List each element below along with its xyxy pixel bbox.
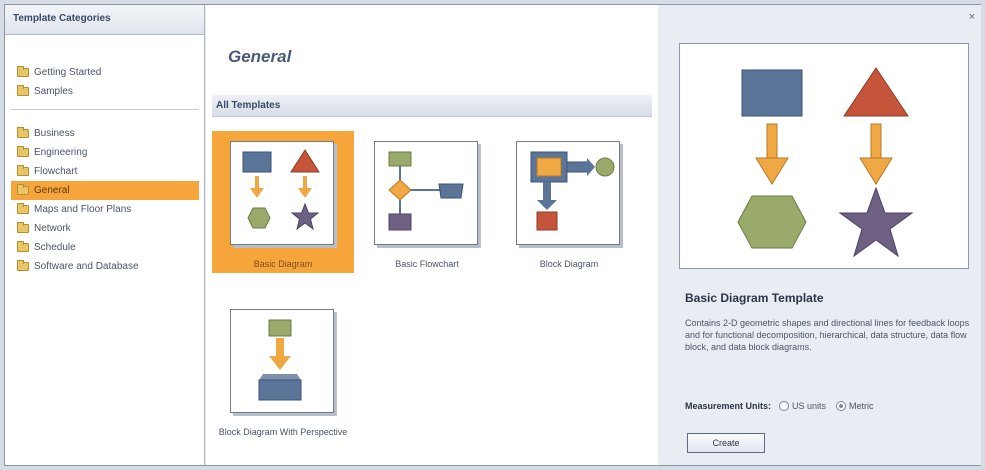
category-list-primary: Getting Started Samples <box>11 63 199 101</box>
block-diagram-perspective-icon <box>258 319 302 401</box>
category-label: Maps and Floor Plans <box>34 204 132 215</box>
basic-diagram-thumbnail <box>230 141 334 245</box>
template-basic-diagram[interactable]: Basic Diagram <box>212 131 354 273</box>
template-block-diagram[interactable]: Block Diagram <box>498 131 640 273</box>
radio-label: US units <box>792 401 827 411</box>
units-label: Measurement Units: <box>685 401 772 411</box>
category-samples[interactable]: Samples <box>11 82 199 101</box>
all-templates-section-header: All Templates <box>212 95 652 117</box>
basic-flowchart-icon <box>388 151 464 231</box>
create-button[interactable]: Create <box>687 433 765 453</box>
category-label: Network <box>34 223 71 234</box>
folder-icon <box>17 203 29 214</box>
template-basic-flowchart[interactable]: Basic Flowchart <box>356 131 498 273</box>
category-network[interactable]: Network <box>11 219 199 238</box>
template-label: Basic Diagram <box>253 259 313 269</box>
radio-button-icon <box>779 401 790 411</box>
radio-us-units[interactable]: US units <box>779 401 826 411</box>
close-icon[interactable]: × <box>969 11 975 23</box>
block-diagram-icon <box>530 151 615 231</box>
folder-icon <box>17 66 29 77</box>
basic-diagram-preview-icon <box>737 67 914 258</box>
category-software-and-database[interactable]: Software and Database <box>11 257 199 276</box>
template-description: Contains 2-D geometric shapes and direct… <box>685 318 970 352</box>
folder-icon <box>17 165 29 176</box>
template-label: Basic Flowchart <box>395 259 459 269</box>
template-label: Block Diagram With Perspective <box>218 427 348 437</box>
radio-label: Metric <box>849 401 874 411</box>
category-list-secondary: Business Engineering Flowchart General M… <box>11 124 199 276</box>
block-diagram-thumbnail <box>516 141 620 245</box>
folder-icon <box>17 127 29 138</box>
templates-panel: General All Templates Basic Diagram Basi… <box>206 5 658 465</box>
folder-icon <box>17 184 29 195</box>
category-label: Schedule <box>34 242 76 253</box>
template-title: Basic Diagram Template <box>685 291 824 305</box>
folder-icon <box>17 85 29 96</box>
category-label: Getting Started <box>34 67 102 78</box>
folder-icon <box>17 241 29 252</box>
template-preview <box>679 43 969 269</box>
basic-flowchart-thumbnail <box>374 141 478 245</box>
block-diagram-perspective-thumbnail <box>230 309 334 413</box>
folder-icon <box>17 222 29 233</box>
category-business[interactable]: Business <box>11 124 199 143</box>
category-engineering[interactable]: Engineering <box>11 143 199 162</box>
page-title: General <box>228 47 292 66</box>
measurement-units: Measurement Units: US units Metric <box>685 401 884 411</box>
new-drawing-dialog: Template Categories Getting Started Samp… <box>4 4 981 466</box>
category-label: Engineering <box>34 147 88 158</box>
category-label: Samples <box>34 86 73 97</box>
category-label: Software and Database <box>34 261 139 272</box>
category-label: General <box>34 185 70 196</box>
category-general[interactable]: General <box>11 181 199 200</box>
folder-icon <box>17 260 29 271</box>
folder-icon <box>17 146 29 157</box>
template-block-diagram-with-perspective[interactable]: Block Diagram With Perspective <box>212 299 354 441</box>
categories-header: Template Categories <box>5 5 204 35</box>
template-details-panel: × Basic Diagram Template Contains 2-D ge… <box>659 5 981 465</box>
template-label: Block Diagram <box>539 259 599 269</box>
category-getting-started[interactable]: Getting Started <box>11 63 199 82</box>
basic-diagram-icon <box>242 149 320 231</box>
radio-metric[interactable]: Metric <box>836 401 874 411</box>
category-label: Flowchart <box>34 166 78 177</box>
category-flowchart[interactable]: Flowchart <box>11 162 199 181</box>
category-divider <box>11 109 199 110</box>
category-schedule[interactable]: Schedule <box>11 238 199 257</box>
template-categories-panel: Template Categories Getting Started Samp… <box>5 5 205 465</box>
category-maps-and-floor-plans[interactable]: Maps and Floor Plans <box>11 200 199 219</box>
category-label: Business <box>34 128 75 139</box>
radio-button-checked-icon <box>836 401 847 411</box>
